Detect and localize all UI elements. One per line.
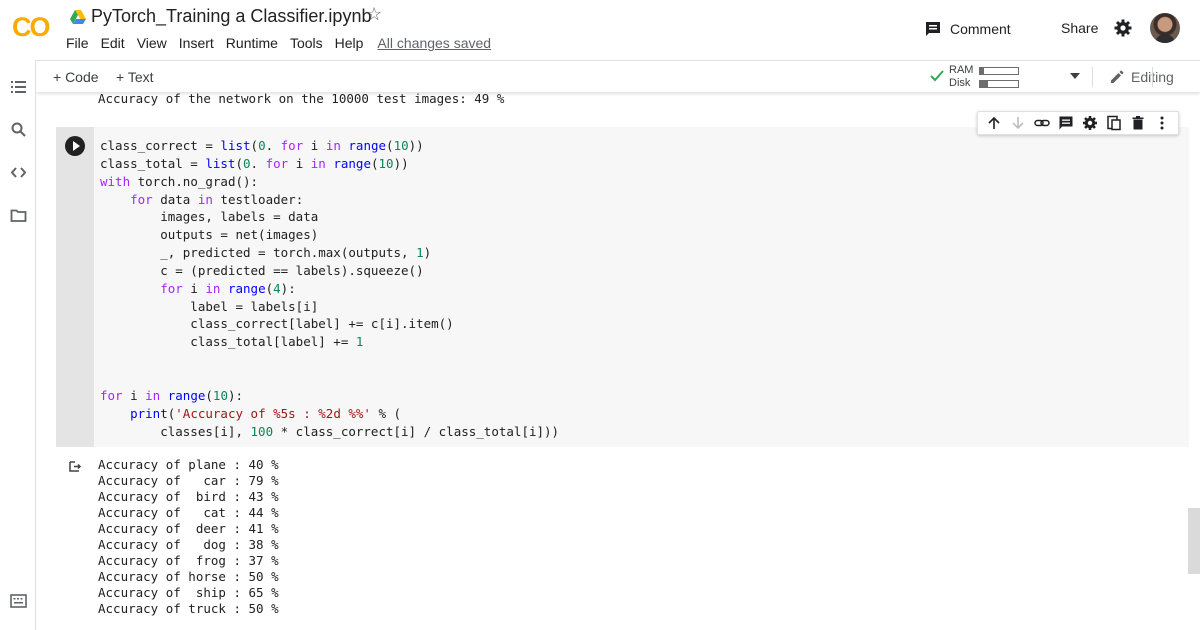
code-line: c = (predicted == labels).squeeze(): [100, 262, 424, 278]
connect-dropdown-icon[interactable]: [1070, 73, 1080, 79]
code-cell[interactable]: class_correct = list(0. for i in range(1…: [56, 127, 1189, 447]
cell-output: Accuracy of plane : 40 % Accuracy of car…: [98, 457, 279, 617]
settings-gear-icon[interactable]: [1114, 19, 1132, 37]
google-drive-icon: [70, 10, 86, 24]
more-icon[interactable]: [1154, 115, 1170, 131]
notebook-title[interactable]: PyTorch_Training a Classifier.ipynb: [91, 6, 371, 27]
output-line: Accuracy of deer : 41 %: [98, 521, 279, 536]
editing-mode-button[interactable]: Editing: [1109, 69, 1174, 85]
disk-usage-bar: [979, 79, 1019, 88]
menu-tools[interactable]: Tools: [290, 35, 323, 53]
menu-help[interactable]: Help: [335, 35, 364, 53]
menu-runtime[interactable]: Runtime: [226, 35, 278, 53]
header: CO PyTorch_Training a Classifier.ipynb ☆…: [0, 0, 1200, 60]
cell-gutter: [56, 127, 94, 447]
code-line: class_total[label] += 1: [100, 334, 364, 350]
pencil-icon: [1111, 70, 1124, 83]
comment-icon: [926, 22, 940, 36]
run-cell-button[interactable]: [65, 136, 85, 156]
save-status-link[interactable]: All changes saved: [377, 35, 491, 53]
link-icon[interactable]: [1034, 115, 1050, 131]
previous-cell-output: Accuracy of the network on the 10000 tes…: [98, 91, 505, 106]
terminal-icon[interactable]: [10, 593, 27, 610]
output-line: Accuracy of cat : 44 %: [98, 505, 279, 520]
left-rail: [0, 60, 36, 630]
code-line: class_correct[label] += c[i].item(): [100, 316, 454, 332]
comment-icon[interactable]: [1058, 115, 1074, 131]
code-line: _, predicted = torch.max(outputs, 1): [100, 245, 432, 261]
cell-toolbar: [977, 111, 1179, 135]
code-line: outputs = net(images): [100, 227, 319, 243]
toolbar-divider: [1092, 67, 1093, 87]
add-code-button[interactable]: + Code: [53, 69, 99, 85]
code-line: for i in range(4):: [160, 280, 296, 296]
code-line: for i in range(10):: [100, 387, 244, 403]
menu-file[interactable]: File: [66, 35, 89, 53]
table-of-contents-icon[interactable]: [10, 78, 27, 95]
code-line: images, labels = data: [100, 209, 319, 225]
menu-insert[interactable]: Insert: [179, 35, 214, 53]
code-line: print('Accuracy of %5s : %2d %%' % (: [130, 405, 402, 421]
toolbar-divider: [1152, 67, 1153, 87]
comment-button[interactable]: Comment: [924, 18, 1011, 40]
output-line: Accuracy of plane : 40 %: [98, 457, 279, 472]
share-button[interactable]: Share: [1061, 20, 1098, 36]
colab-logo[interactable]: CO: [12, 12, 50, 43]
code-line: class_correct = list(0. for i in range(1…: [100, 138, 424, 153]
code-snippets-icon[interactable]: [10, 164, 27, 181]
menu-view[interactable]: View: [137, 35, 167, 53]
move-up-icon[interactable]: [986, 115, 1002, 131]
output-line: Accuracy of truck : 50 %: [98, 601, 279, 616]
move-down-icon[interactable]: [1010, 115, 1026, 131]
output-line: Accuracy of car : 79 %: [98, 473, 279, 488]
settings-icon[interactable]: [1082, 115, 1098, 131]
output-line: Accuracy of frog : 37 %: [98, 553, 279, 568]
resource-monitor[interactable]: RAM Disk: [949, 64, 1019, 90]
delete-icon[interactable]: [1130, 115, 1146, 131]
code-line: classes[i], 100 * class_correct[i] / cla…: [100, 423, 560, 439]
star-icon[interactable]: ☆: [366, 4, 382, 25]
code-editor[interactable]: class_correct = list(0. for i in range(1…: [100, 137, 559, 440]
output-line: Accuracy of horse : 50 %: [98, 569, 279, 584]
code-line: for data in testloader:: [130, 191, 304, 207]
output-line: Accuracy of ship : 65 %: [98, 585, 279, 600]
ram-usage-bar: [979, 66, 1019, 75]
files-icon[interactable]: [10, 207, 27, 224]
mirror-cell-icon[interactable]: [1106, 115, 1122, 131]
output-line: Accuracy of dog : 38 %: [98, 537, 279, 552]
menu-edit[interactable]: Edit: [101, 35, 125, 53]
ram-label: RAM: [949, 64, 974, 76]
menu-bar: File Edit View Insert Runtime Tools Help…: [66, 35, 491, 53]
code-line: label = labels[i]: [100, 298, 319, 314]
comment-label: Comment: [950, 21, 1011, 37]
user-avatar[interactable]: [1150, 13, 1180, 43]
code-line: with torch.no_grad():: [100, 173, 259, 189]
notebook-toolbar: + Code + Text RAM Disk Editing: [36, 60, 1200, 92]
search-icon[interactable]: [10, 121, 27, 138]
code-line: class_total = list(0. for i in range(10)…: [100, 155, 409, 171]
output-actions-icon[interactable]: [67, 458, 83, 474]
vertical-scrollbar[interactable]: [1188, 508, 1200, 574]
output-line: Accuracy of bird : 43 %: [98, 489, 279, 504]
add-text-button[interactable]: + Text: [116, 69, 154, 85]
disk-label: Disk: [949, 77, 971, 89]
connected-check-icon: [930, 70, 944, 82]
